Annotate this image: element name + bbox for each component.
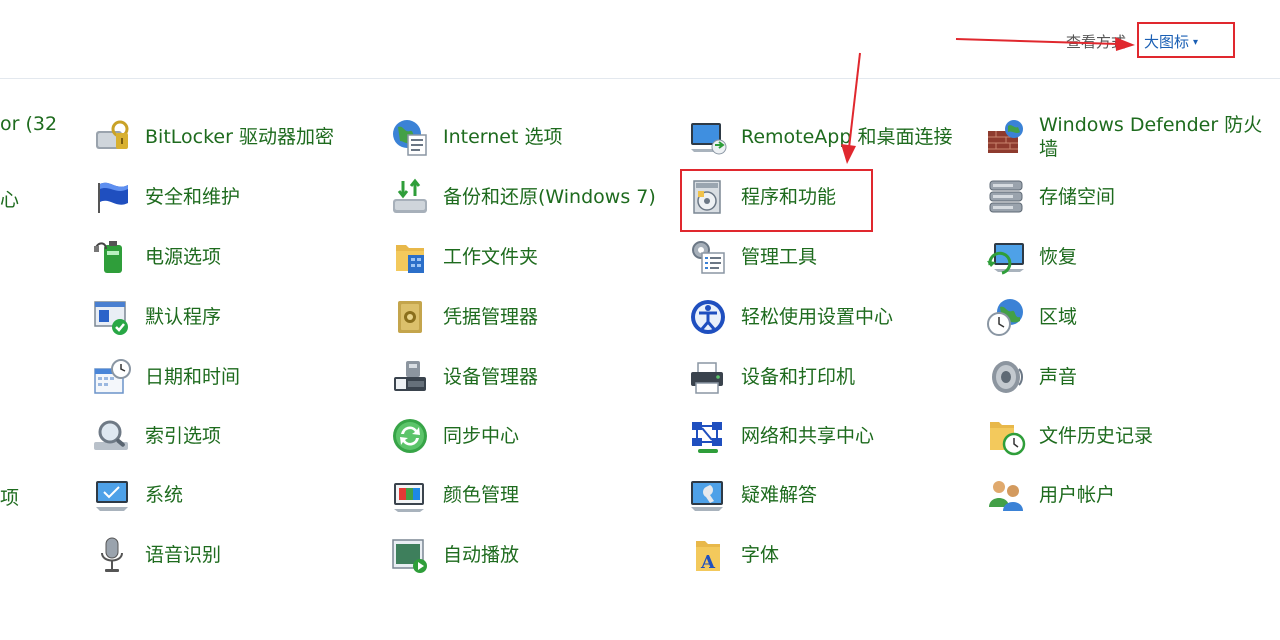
item-label: 语音识别 <box>145 544 222 566</box>
control-panel-item-remoteapp[interactable]: RemoteApp 和桌面连接 <box>688 112 952 162</box>
control-panel-item-troubleshooting[interactable]: 疑难解答 <box>688 470 817 520</box>
system-monitor-icon <box>92 475 132 515</box>
view-by-label: 查看方式 <box>1066 33 1127 51</box>
control-panel-item-file-history[interactable]: 文件历史记录 <box>986 411 1153 461</box>
storage-spaces-icon <box>986 177 1026 217</box>
control-panel-item-system[interactable]: 系统 <box>92 470 183 520</box>
control-panel-item-color-management[interactable]: 颜色管理 <box>390 470 519 520</box>
control-panel-item-sync-center[interactable]: 同步中心 <box>390 411 519 461</box>
item-label: 备份和还原(Windows 7) <box>443 186 656 208</box>
control-panel-item-device-manager[interactable]: 设备管理器 <box>390 352 538 402</box>
item-label: 用户帐户 <box>1039 484 1116 506</box>
control-panel-item-devices-printers[interactable]: 设备和打印机 <box>688 352 855 402</box>
item-label: 安全和维护 <box>145 186 241 208</box>
internet-globe-icon <box>390 117 430 157</box>
microphone-icon <box>92 535 132 575</box>
item-label: 存储空间 <box>1039 186 1116 208</box>
security-flag-icon <box>92 177 132 217</box>
item-label: 设备管理器 <box>443 366 539 388</box>
control-panel-item-work-folders[interactable]: 工作文件夹 <box>390 232 538 282</box>
control-panel-item-speech-recognition[interactable]: 语音识别 <box>92 530 221 580</box>
default-programs-icon <box>92 297 132 337</box>
item-label: 颜色管理 <box>443 484 520 506</box>
control-panel-item-date-time[interactable]: 日期和时间 <box>92 352 240 402</box>
item-label: RemoteApp 和桌面连接 <box>741 126 953 148</box>
toolbar: 查看方式 大图标 ▾ <box>0 0 1280 78</box>
backup-restore-icon <box>390 177 430 217</box>
bitlocker-icon <box>92 117 132 157</box>
control-panel-item-recovery[interactable]: 恢复 <box>986 232 1077 282</box>
device-manager-icon <box>390 357 430 397</box>
control-panel-item-storage-spaces[interactable]: 存储空间 <box>986 172 1115 222</box>
item-label: 凭据管理器 <box>443 306 539 328</box>
item-label: BitLocker 驱动器加密 <box>145 126 334 148</box>
troubleshooting-icon <box>688 475 728 515</box>
svg-text:A: A <box>700 552 716 573</box>
item-label: 恢复 <box>1039 246 1078 268</box>
annotation-highlight-programs <box>680 169 873 232</box>
control-panel-item-region[interactable]: 区域 <box>986 292 1077 342</box>
item-label: 声音 <box>1039 366 1078 388</box>
item-label: 设备和打印机 <box>741 366 856 388</box>
control-panel-item-backup-restore[interactable]: 备份和还原(Windows 7) <box>390 172 656 222</box>
annotation-highlight-view-by <box>1137 22 1235 58</box>
item-label: 区域 <box>1039 306 1078 328</box>
item-label: 轻松使用设置中心 <box>741 306 894 328</box>
control-panel-item-ease-of-access[interactable]: 轻松使用设置中心 <box>688 292 893 342</box>
item-label: 日期和时间 <box>145 366 241 388</box>
control-panel-item-security-maintenance[interactable]: 安全和维护 <box>92 172 240 222</box>
item-label: 网络和共享中心 <box>741 425 875 447</box>
item-label: 工作文件夹 <box>443 246 539 268</box>
control-panel-item-autoplay[interactable]: 自动播放 <box>390 530 519 580</box>
partial-item-label[interactable]: or (32 <box>0 113 57 135</box>
speaker-icon <box>986 357 1026 397</box>
control-panel-item-bitlocker[interactable]: BitLocker 驱动器加密 <box>92 112 334 162</box>
toolbar-divider <box>0 78 1280 79</box>
control-panel-item-power-options[interactable]: 电源选项 <box>92 232 221 282</box>
control-panel-item-fonts[interactable]: A 字体 <box>688 530 779 580</box>
item-label: 电源选项 <box>145 246 222 268</box>
control-panel-item-indexing-options[interactable]: 索引选项 <box>92 411 221 461</box>
region-globe-clock-icon <box>986 297 1026 337</box>
recovery-icon <box>986 237 1026 277</box>
firewall-icon <box>986 117 1026 157</box>
sync-center-icon <box>390 416 430 456</box>
fonts-folder-icon: A <box>688 535 728 575</box>
partial-item-label[interactable]: 项 <box>0 483 19 510</box>
item-label: 管理工具 <box>741 246 818 268</box>
item-label: 同步中心 <box>443 425 520 447</box>
control-panel-item-user-accounts[interactable]: 用户帐户 <box>986 470 1115 520</box>
printer-icon <box>688 357 728 397</box>
file-history-icon <box>986 416 1026 456</box>
credential-safe-icon <box>390 297 430 337</box>
item-label: Internet 选项 <box>443 126 563 148</box>
item-label: Windows Defender 防火墙 <box>1039 114 1263 160</box>
work-folders-icon <box>390 237 430 277</box>
color-management-icon <box>390 475 430 515</box>
control-panel-item-admin-tools[interactable]: 管理工具 <box>688 232 817 282</box>
remote-desktop-icon <box>688 117 728 157</box>
user-accounts-icon <box>986 475 1026 515</box>
calendar-clock-icon <box>92 357 132 397</box>
power-battery-icon <box>92 237 132 277</box>
item-label: 系统 <box>145 484 184 506</box>
control-panel-item-sound[interactable]: 声音 <box>986 352 1077 402</box>
item-label: 疑难解答 <box>741 484 818 506</box>
item-label: 索引选项 <box>145 425 222 447</box>
admin-tools-icon <box>688 237 728 277</box>
control-panel-item-internet-options[interactable]: Internet 选项 <box>390 112 562 162</box>
control-panel-item-default-programs[interactable]: 默认程序 <box>92 292 221 342</box>
control-panel-item-network-sharing[interactable]: 网络和共享中心 <box>688 411 874 461</box>
ease-of-access-icon <box>688 297 728 337</box>
control-panel-item-credential-manager[interactable]: 凭据管理器 <box>390 292 538 342</box>
item-label: 默认程序 <box>145 306 222 328</box>
indexing-magnifier-icon <box>92 416 132 456</box>
autoplay-icon <box>390 535 430 575</box>
network-sharing-icon <box>688 416 728 456</box>
partial-item-label[interactable]: 心 <box>0 185 19 212</box>
item-label: 自动播放 <box>443 544 520 566</box>
item-label: 文件历史记录 <box>1039 425 1154 447</box>
item-label: 字体 <box>741 544 780 566</box>
control-panel-item-firewall[interactable]: Windows Defender 防火墙 <box>986 112 1269 162</box>
